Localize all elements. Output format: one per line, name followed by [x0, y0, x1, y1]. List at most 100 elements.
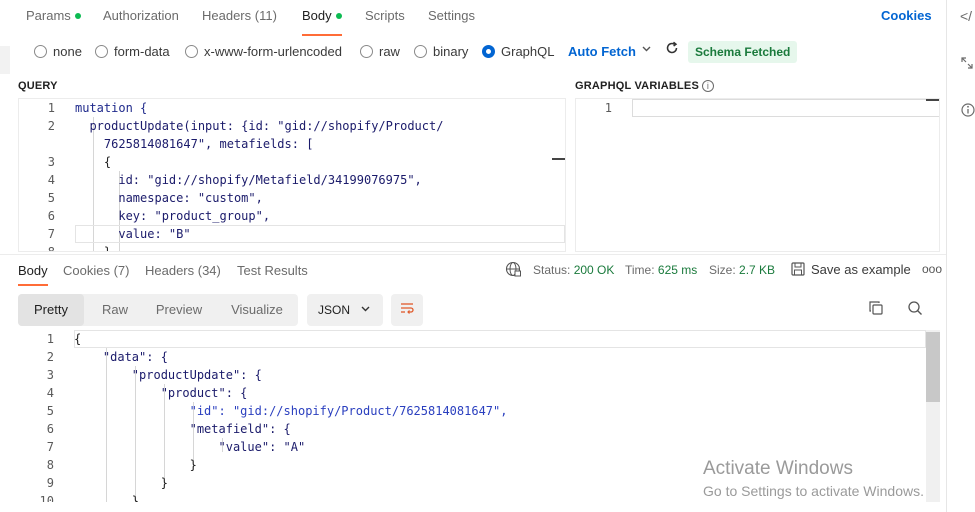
radio-raw[interactable]: [360, 45, 373, 58]
response-scrollbar-thumb[interactable]: [926, 332, 940, 402]
response-time: Time: 625 ms: [625, 263, 697, 277]
info-icon[interactable]: [961, 103, 975, 120]
variables-gutter: 1: [576, 99, 632, 117]
time-label: Time:: [625, 263, 655, 277]
line-number: 5: [47, 191, 55, 205]
response-tab-test-results[interactable]: Test Results: [237, 263, 308, 278]
body-type-form-data-label: form-data: [114, 44, 170, 59]
body-type-graphql-label: GraphQL: [501, 44, 555, 59]
format-select[interactable]: JSON: [307, 294, 383, 326]
code-icon[interactable]: </: [960, 8, 972, 24]
auto-fetch-button[interactable]: Auto Fetch: [568, 44, 636, 59]
radio-none[interactable]: [34, 45, 47, 58]
view-pretty-button[interactable]: Pretty: [18, 294, 84, 326]
radio-urlencoded[interactable]: [185, 45, 198, 58]
code-line-id-link[interactable]: "id": "gid://shopify/Product/76258140816…: [74, 402, 940, 420]
line-number: 4: [47, 173, 55, 187]
request-tabs: Params Authorization Headers (11) Body S…: [0, 0, 946, 36]
code-line: "product": {: [74, 386, 248, 400]
view-preview-button[interactable]: Preview: [146, 294, 212, 326]
line-number: 1: [604, 101, 612, 115]
right-sidebar: </: [946, 0, 975, 512]
body-type-raw[interactable]: raw: [360, 44, 400, 59]
response-gutter: 1 2 3 4 5 6 7 8 9 10: [18, 330, 74, 502]
body-type-form-data[interactable]: form-data: [95, 44, 170, 59]
chevron-down-icon[interactable]: [641, 42, 652, 57]
time-value: 625 ms: [657, 263, 698, 277]
params-dot: [74, 12, 81, 19]
body-type-urlencoded-label: x-www-form-urlencoded: [204, 44, 342, 59]
line-number: 6: [47, 209, 55, 223]
save-as-example-button[interactable]: Save as example: [791, 262, 911, 279]
code-line: "value": "A": [74, 440, 306, 454]
response-tab-body-label: Body: [18, 263, 48, 278]
wrap-lines-button[interactable]: [391, 294, 423, 326]
body-type-binary-label: binary: [433, 44, 469, 59]
code-line: mutation {: [75, 101, 148, 115]
watermark-subtitle: Go to Settings to activate Windows.: [703, 483, 924, 499]
activation-watermark: Activate Windows Go to Settings to activ…: [703, 458, 924, 499]
line-number: 8: [47, 245, 55, 252]
query-editor[interactable]: 1 2 3 4 5 6 7 8 mutation { productUpdate…: [18, 98, 566, 252]
body-type-none[interactable]: none: [34, 44, 82, 59]
tab-settings-label: Settings: [428, 8, 475, 23]
tab-headers[interactable]: Headers (11): [202, 8, 277, 23]
wrap-icon: [399, 302, 415, 318]
response-size: Size: 2.7 KB: [709, 263, 775, 277]
variables-info-icon[interactable]: i: [702, 80, 715, 93]
variables-heading: GRAPHQL VARIABLES: [575, 80, 700, 92]
radio-form-data[interactable]: [95, 45, 108, 58]
tab-authorization[interactable]: Authorization: [103, 8, 179, 23]
cookies-link[interactable]: Cookies: [881, 8, 932, 23]
code-line: 7625814081647", metafields: [: [75, 137, 314, 151]
line-number: 10: [39, 494, 54, 502]
code-line: "productUpdate": {: [74, 368, 262, 382]
tab-settings[interactable]: Settings: [428, 8, 475, 23]
body-type-binary[interactable]: binary: [414, 44, 468, 59]
format-select-value: JSON: [318, 303, 351, 317]
response-tab-headers-label: Headers (34): [145, 263, 221, 278]
line-number: 7: [47, 227, 55, 241]
radio-graphql[interactable]: [482, 45, 495, 58]
chevron-down-icon: [360, 294, 371, 326]
variables-editor[interactable]: 1: [575, 98, 940, 252]
response-tab-cookies-label: Cookies (7): [63, 263, 130, 278]
body-dot: [335, 12, 342, 19]
save-icon: [791, 262, 805, 279]
globe-icon[interactable]: [505, 261, 521, 280]
search-icon[interactable]: [907, 300, 923, 320]
watermark-title: Activate Windows: [703, 458, 853, 479]
refresh-icon[interactable]: [665, 41, 679, 59]
response-tab-headers[interactable]: Headers (34): [145, 263, 221, 278]
line-number: 1: [46, 332, 54, 346]
line-number: 3: [47, 155, 55, 169]
more-options-icon[interactable]: ooo: [922, 262, 942, 276]
response-tab-cookies[interactable]: Cookies (7): [63, 263, 129, 278]
line-number: 9: [46, 476, 54, 490]
status-label: Status:: [533, 263, 571, 277]
body-type-urlencoded[interactable]: x-www-form-urlencoded: [185, 44, 342, 59]
response-view-modes: Pretty Raw Preview Visualize: [18, 294, 298, 326]
response-tab-body[interactable]: Body: [18, 263, 48, 286]
line-number: 6: [46, 422, 54, 436]
line-number: 1: [47, 101, 55, 115]
tab-params[interactable]: Params: [26, 8, 81, 23]
line-number: 2: [46, 350, 54, 364]
view-raw-button[interactable]: Raw: [84, 294, 146, 326]
body-type-graphql[interactable]: GraphQL: [482, 44, 554, 59]
variables-heading-wrap: GRAPHQL VARIABLES i: [575, 80, 715, 93]
panel-divider[interactable]: [0, 254, 946, 255]
code-line: id: "gid://shopify/Metafield/34199076975…: [75, 173, 422, 187]
expand-icon[interactable]: [961, 56, 973, 72]
query-heading: QUERY: [18, 80, 58, 92]
tab-body[interactable]: Body: [302, 8, 342, 36]
response-status: Status: 200 OK: [533, 263, 614, 277]
code-line: }: [75, 245, 112, 252]
tab-scripts[interactable]: Scripts: [365, 8, 405, 23]
left-edge-strip: [0, 46, 10, 74]
copy-icon[interactable]: [868, 300, 884, 320]
view-visualize-button[interactable]: Visualize: [216, 294, 298, 326]
code-line: namespace: "custom",: [75, 191, 263, 205]
line-number: 3: [46, 368, 54, 382]
radio-binary[interactable]: [414, 45, 427, 58]
